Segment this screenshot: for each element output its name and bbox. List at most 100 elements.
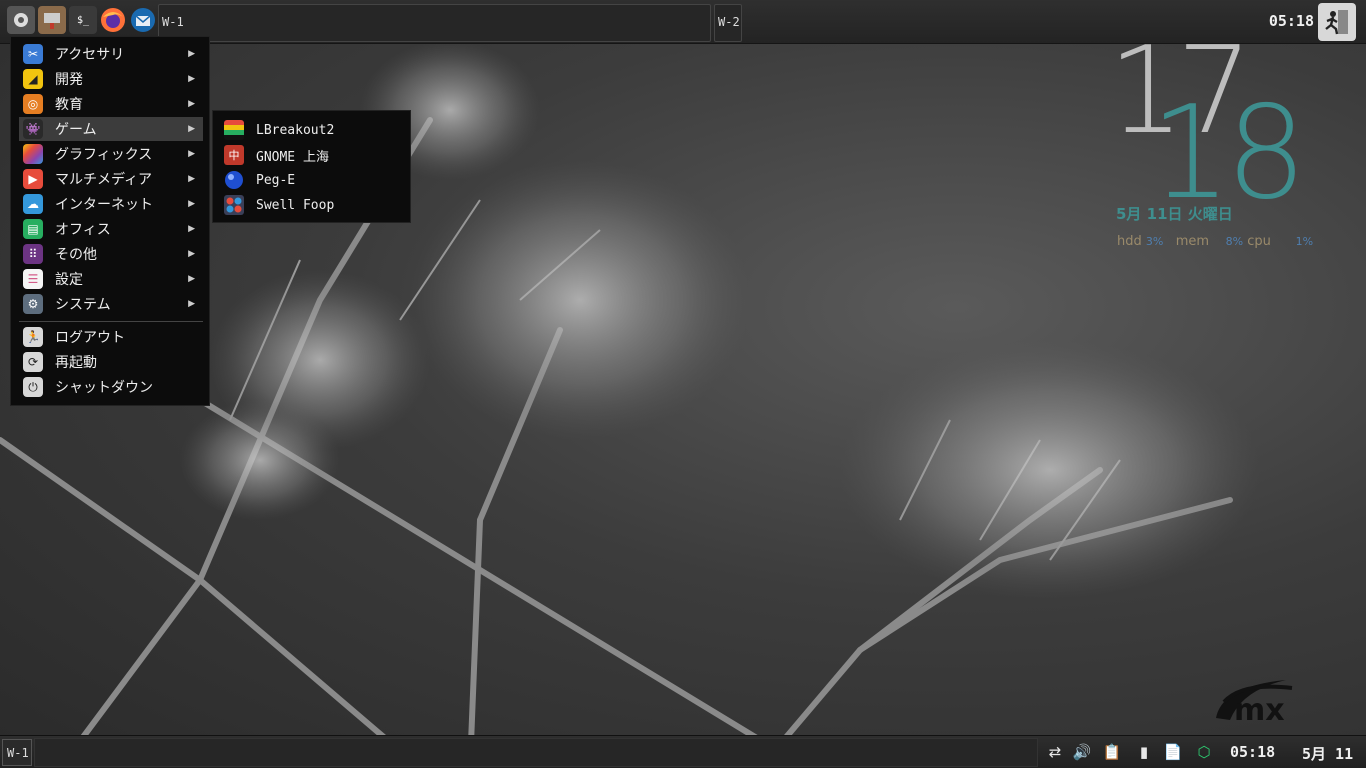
submenu-arrow-icon: ▶ (188, 249, 195, 259)
submenu-arrow-icon: ▶ (188, 299, 195, 309)
submenu-arrow-icon: ▶ (188, 224, 195, 234)
package-update-icon[interactable]: ⬡ (1193, 741, 1215, 763)
submenu-arrow-icon: ▶ (188, 124, 195, 134)
mx-logo: mx (1216, 680, 1293, 724)
cpu-label: cpu (1247, 234, 1271, 249)
menu-item-games[interactable]: 👾 ゲーム ▶ (19, 117, 203, 141)
scissors-icon: ✂ (23, 44, 43, 64)
menu-item-label: シャットダウン (55, 380, 153, 396)
menu-item-label: 教育 (55, 97, 83, 113)
volume-icon[interactable]: 🔊 (1071, 741, 1093, 763)
logout-runner-icon: 🏃 (23, 327, 43, 347)
menu-item-label: 開発 (55, 72, 83, 88)
menu-item-label: システム (55, 297, 111, 313)
conky-date: 5月 11日 火曜日 (1116, 205, 1233, 223)
cpu-value: 1% (1295, 235, 1314, 248)
menu-separator (19, 321, 203, 322)
submenu-item-label: Swell Foop (256, 197, 335, 213)
system-gear-icon: ⚙ (23, 294, 43, 314)
menu-item-education[interactable]: ◎ 教育 ▶ (19, 92, 203, 116)
submenu-arrow-icon: ▶ (188, 199, 195, 209)
submenu-item-label: LBreakout2 (256, 122, 335, 138)
application-menu: ✂ アクセサリ ▶ ◢ 開発 ▶ ◎ 教育 ▶ 👾 ゲーム ▶ グラフィックス … (10, 36, 210, 406)
firefox-icon[interactable] (99, 6, 127, 34)
network-arrows-icon[interactable]: ⇄ (1044, 741, 1066, 763)
clipboard-manager-icon[interactable]: 📄 (1162, 741, 1184, 763)
submenu-item-swell-foop[interactable]: Swell Foop (221, 193, 405, 217)
cloud-icon: ☁ (23, 194, 43, 214)
menu-item-accessories[interactable]: ✂ アクセサリ ▶ (19, 42, 203, 66)
terminal-icon[interactable]: $_ (69, 6, 97, 34)
menu-item-label: マルチメディア (55, 172, 153, 188)
multimedia-play-icon: ▶ (23, 169, 43, 189)
reboot-icon: ⟳ (23, 352, 43, 372)
workspace-1-label: W-1 (162, 15, 184, 29)
menu-item-label: ゲーム (55, 122, 97, 138)
toggle-settings-icon: ☰ (23, 269, 43, 289)
conky-system-stats: hdd 3% mem 8% cpu 1% (1117, 234, 1313, 249)
peg-ball-icon (224, 170, 244, 190)
taskbar-clock[interactable]: 05:18 (1230, 743, 1275, 761)
workspace-1-area[interactable]: W-1 (158, 4, 711, 42)
submenu-arrow-icon: ▶ (188, 99, 195, 109)
game-invader-icon: 👾 (23, 119, 43, 139)
submenu-arrow-icon: ▶ (188, 74, 195, 84)
power-icon: ⏻ (23, 377, 43, 397)
thunderbird-icon[interactable] (129, 6, 157, 34)
menu-item-shutdown[interactable]: ⏻ シャットダウン (19, 375, 203, 399)
menu-item-settings[interactable]: ☰ 設定 ▶ (19, 267, 203, 291)
submenu-arrow-icon: ▶ (188, 174, 195, 184)
submenu-arrow-icon: ▶ (188, 49, 195, 59)
menu-item-label: オフィス (55, 222, 111, 238)
development-icon: ◢ (23, 69, 43, 89)
hdd-value: 3% (1145, 235, 1164, 248)
menu-item-label: ログアウト (55, 330, 125, 346)
education-icon: ◎ (23, 94, 43, 114)
menu-item-other[interactable]: ⠿ その他 ▶ (19, 242, 203, 266)
submenu-item-peg-e[interactable]: Peg-E (221, 168, 405, 192)
workspace-2-area[interactable]: W-2 (714, 4, 742, 42)
top-clock[interactable]: 05:18 (1269, 12, 1314, 30)
settings-gear-icon[interactable] (7, 6, 35, 34)
submenu-item-label: Peg-E (256, 172, 296, 188)
mahjongg-icon: 中 (224, 145, 244, 165)
menu-item-logout[interactable]: 🏃 ログアウト (19, 325, 203, 349)
workspace-2-label: W-2 (718, 15, 740, 29)
installer-icon[interactable] (38, 6, 66, 34)
pager-workspace-1[interactable]: W-1 (2, 739, 32, 766)
svg-text:mx: mx (1234, 693, 1285, 724)
menu-item-label: 設定 (55, 272, 83, 288)
swell-foop-icon (224, 195, 244, 215)
grid-icon: ⠿ (23, 244, 43, 264)
games-submenu: LBreakout2 中 GNOME 上海 Peg-E Swell Foop (212, 110, 411, 223)
running-man-icon (1325, 10, 1348, 35)
taskbar-date[interactable]: 5月 11 (1302, 743, 1353, 764)
mem-value: 8% (1225, 235, 1244, 248)
menu-item-multimedia[interactable]: ▶ マルチメディア ▶ (19, 167, 203, 191)
conky-clock-minute: 18 (1150, 79, 1307, 228)
menu-item-office[interactable]: ▤ オフィス ▶ (19, 217, 203, 241)
clipboard-icon[interactable]: ▮ (1133, 741, 1155, 763)
mem-label: mem (1175, 234, 1210, 249)
logout-button[interactable] (1318, 3, 1356, 41)
menu-item-label: アクセサリ (55, 47, 125, 63)
taskbar[interactable] (34, 738, 1038, 767)
office-icon: ▤ (23, 219, 43, 239)
submenu-arrow-icon: ▶ (188, 149, 195, 159)
updater-clipboard-icon[interactable]: 📋 (1101, 741, 1123, 763)
menu-item-label: グラフィックス (55, 147, 153, 163)
graphics-icon (23, 144, 43, 164)
menu-item-system[interactable]: ⚙ システム ▶ (19, 292, 203, 316)
menu-item-graphics[interactable]: グラフィックス ▶ (19, 142, 203, 166)
lbreakout-icon (224, 120, 244, 140)
menu-item-label: インターネット (55, 197, 153, 213)
menu-item-development[interactable]: ◢ 開発 ▶ (19, 67, 203, 91)
submenu-item-label: GNOME 上海 (256, 149, 329, 165)
menu-item-reboot[interactable]: ⟳ 再起動 (19, 350, 203, 374)
bottom-panel: W-1 ⇄ 🔊 📋 ▮ 📄 ⬡ 05:18 5月 11 (0, 735, 1366, 768)
submenu-item-lbreakout2[interactable]: LBreakout2 (221, 118, 405, 142)
hdd-label: hdd (1117, 234, 1142, 249)
menu-item-label: その他 (55, 247, 97, 263)
submenu-item-gnome-mahjongg[interactable]: 中 GNOME 上海 (221, 143, 405, 167)
menu-item-internet[interactable]: ☁ インターネット ▶ (19, 192, 203, 216)
